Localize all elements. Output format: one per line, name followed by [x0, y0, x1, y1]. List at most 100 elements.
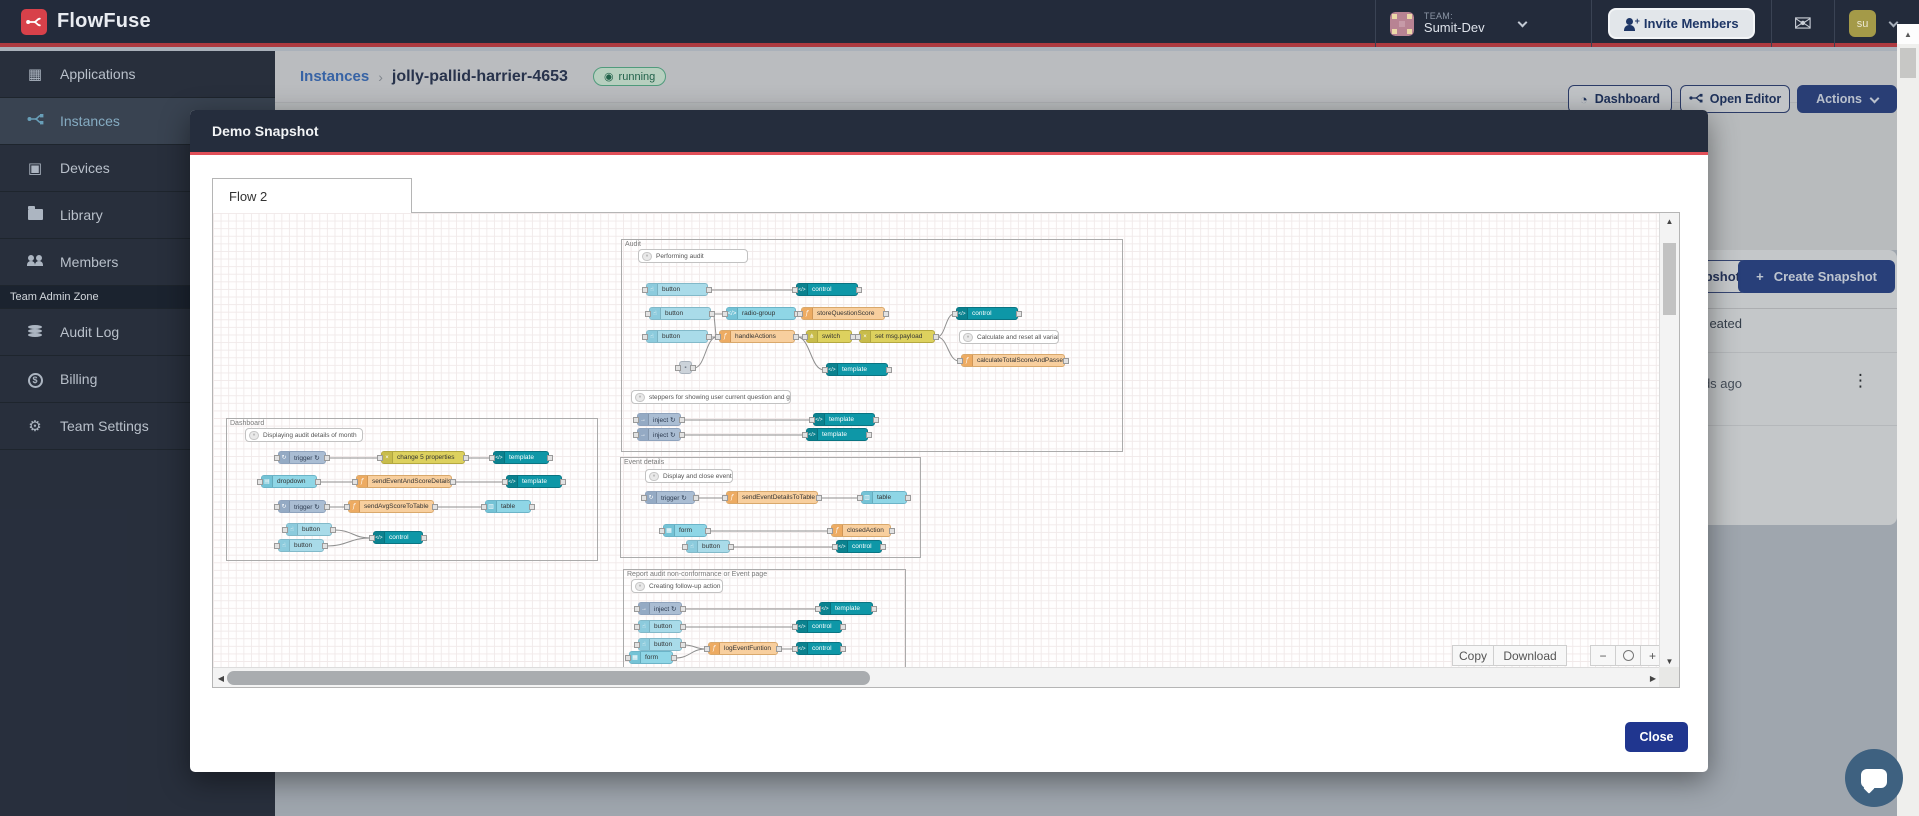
- template-icon: </>: [827, 364, 838, 375]
- chat-bubble-icon: [1861, 768, 1887, 788]
- page-scroll-up-icon[interactable]: ▲: [1897, 24, 1919, 44]
- flow-node-label: table: [877, 494, 892, 501]
- flow-node-label: table: [501, 503, 516, 510]
- flow-node-label: switch: [822, 333, 841, 340]
- flow-node-label: control: [389, 534, 409, 541]
- flow-node-button: ☝ button: [682, 540, 734, 553]
- vertical-scroll-thumb[interactable]: [1663, 243, 1676, 315]
- top-nav: FlowFuse TEAM: Sumit-Dev + Invite Member…: [0, 0, 1919, 47]
- flow-node-function: f sendEventDetailsToTable: [722, 491, 822, 504]
- invite-members-button[interactable]: + Invite Members: [1607, 8, 1755, 39]
- flow-node-button: ☝ button: [634, 620, 686, 633]
- scroll-up-icon[interactable]: ▲: [1660, 213, 1679, 229]
- download-button[interactable]: Download: [1493, 645, 1567, 666]
- flow-node-label: Performing audit: [656, 252, 704, 260]
- flow-node-label: trigger ↻: [294, 454, 320, 462]
- inject-icon: →: [639, 603, 650, 614]
- flow-node-label: template: [835, 605, 860, 612]
- chat-widget-button[interactable]: [1845, 749, 1903, 807]
- flow-node-label: handleActions: [735, 333, 776, 340]
- flow-node-label: radio-group: [742, 310, 776, 317]
- switch-icon: ⋔: [807, 331, 818, 342]
- flow-node-dropdown: ▤ dropdown: [257, 475, 321, 488]
- table-icon: ▥: [486, 501, 497, 512]
- flow-node-trigger: ↻ trigger ↻: [274, 500, 330, 513]
- flow-node-label: template: [522, 478, 547, 485]
- flow-node-change: × set msg.payload: [855, 330, 939, 343]
- flow-group-label: Event details: [624, 459, 665, 466]
- button-icon: ☝: [287, 524, 298, 535]
- zoom-in-button[interactable]: +: [1640, 645, 1659, 666]
- template-icon: </>: [494, 452, 505, 463]
- flow-node-comment: ● Performing audit: [638, 249, 748, 263]
- snapshot-preview-dialog: Demo Snapshot Flow 2 Copy Download − + A…: [190, 110, 1708, 772]
- flow-node-label: sendEventAndScoreDetails: [372, 478, 451, 485]
- flow-node-label: Displaying audit details of month: [263, 431, 357, 439]
- table-icon: ▥: [862, 492, 873, 503]
- template-icon: </>: [814, 414, 825, 425]
- zoom-out-button[interactable]: −: [1590, 645, 1615, 666]
- flow-node-label: trigger ↻: [294, 503, 320, 511]
- flow-group-label: Audit: [625, 241, 641, 248]
- button-icon: ☝: [639, 621, 650, 632]
- flow-node-comment: ● steppers for showing user current quest…: [631, 390, 791, 404]
- flow-node-label: control: [812, 623, 832, 630]
- flowfuse-logo[interactable]: FlowFuse: [0, 8, 151, 35]
- flow-node-label: change 5 properties: [397, 454, 455, 461]
- flow-node-label: button: [654, 623, 673, 630]
- comment-icon: ●: [249, 430, 259, 440]
- function-icon: f: [357, 476, 368, 487]
- person-plus-icon: +: [1623, 16, 1640, 31]
- trigger-icon: ↻: [279, 501, 290, 512]
- change-icon: ×: [860, 331, 871, 342]
- template-icon: </>: [507, 476, 518, 487]
- canvas-vertical-scrollbar[interactable]: ▲ ▼: [1659, 213, 1679, 669]
- button-icon: ☝: [639, 639, 650, 650]
- flowfuse-logo-icon: [21, 8, 47, 35]
- flow-node-label: set msg.payload: [875, 333, 923, 340]
- chevron-down-icon: [1517, 17, 1528, 27]
- trigger-icon: ↻: [646, 492, 657, 503]
- button-icon: ☝: [279, 540, 290, 551]
- flow-node-label: storeQuestionScore: [817, 310, 875, 317]
- flow-node-label: calculateTotalScoreAndPassedAudit: [977, 357, 1064, 364]
- flow-tab[interactable]: Flow 2: [212, 178, 412, 213]
- flow-node-function: f handleActions: [715, 330, 799, 343]
- comment-icon: ●: [642, 251, 652, 261]
- flow-node-template: </> template: [815, 602, 877, 615]
- mail-icon[interactable]: ✉: [1772, 11, 1834, 37]
- flow-node-button: ☝ button: [642, 283, 712, 296]
- flow-node-label: Display and close events: [663, 472, 732, 480]
- page-scrollbar[interactable]: ▲: [1897, 24, 1919, 816]
- function-icon: f: [832, 525, 843, 536]
- scrollbar-corner: [1659, 667, 1679, 687]
- flow-node-label: control: [852, 543, 872, 550]
- flow-node-label: dropdown: [277, 478, 306, 485]
- function-icon: f: [720, 331, 731, 342]
- flow-node-radio: </> radio-group: [722, 307, 800, 320]
- close-button[interactable]: Close: [1625, 722, 1688, 752]
- app-window: FlowFuse TEAM: Sumit-Dev + Invite Member…: [0, 0, 1919, 816]
- flow-node-switch: ⋔ switch: [802, 330, 856, 343]
- team-avatar: [1389, 11, 1414, 36]
- horizontal-scroll-thumb[interactable]: [227, 671, 870, 685]
- team-selector[interactable]: TEAM: Sumit-Dev: [1376, 0, 1591, 47]
- user-avatar[interactable]: su: [1849, 10, 1876, 37]
- radio-icon: </>: [727, 308, 738, 319]
- flow-node-label: control: [972, 310, 992, 317]
- flow-node-label: Creating follow-up action: [649, 582, 721, 590]
- flow-node-template: </> template: [489, 451, 553, 464]
- page-scroll-thumb[interactable]: [1900, 48, 1916, 78]
- function-icon: f: [727, 492, 738, 503]
- copy-button[interactable]: Copy: [1452, 645, 1493, 666]
- canvas-horizontal-scrollbar[interactable]: ◀ ▶: [213, 667, 1661, 687]
- inject-icon: →: [638, 414, 649, 425]
- zoom-reset-button[interactable]: [1615, 645, 1640, 666]
- flow-node-control: </> control: [792, 283, 862, 296]
- flow-node-label: logEventFuntion: [724, 645, 771, 652]
- button-icon: ☝: [647, 331, 658, 342]
- flow-node-label: inject ↻: [653, 431, 676, 439]
- function-icon: f: [349, 501, 360, 512]
- flow-node-button: ☝ button: [274, 539, 328, 552]
- control-icon: </>: [797, 643, 808, 654]
